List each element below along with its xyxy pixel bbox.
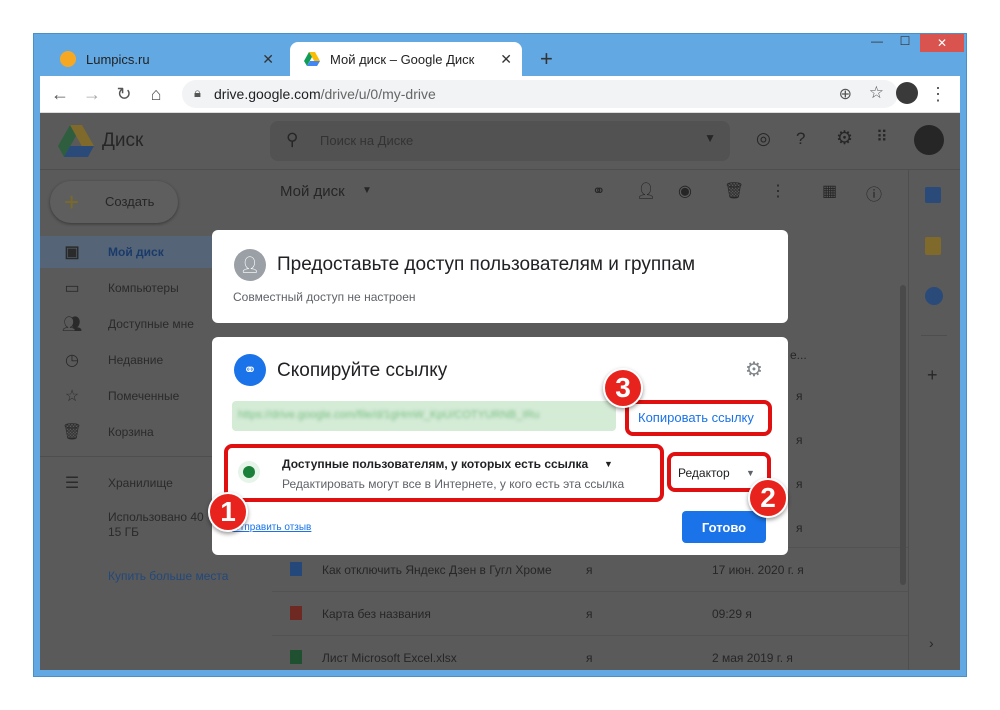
excel-icon: [290, 650, 302, 664]
people-icon: 👥︎: [61, 316, 83, 333]
account-avatar[interactable]: [914, 125, 944, 155]
annotation-badge-3: 3: [603, 368, 643, 408]
search-bar[interactable]: ⚲ Поиск на Диске ▼: [270, 121, 730, 161]
create-label: Создать: [105, 194, 155, 209]
clock-icon: ◷: [65, 352, 79, 369]
tab-bar: Lumpics.ru ✕ Мой диск – Google Диск ✕ +: [40, 42, 960, 76]
drive-favicon-icon: [304, 51, 320, 67]
storage-icon: ☰: [64, 475, 80, 492]
file-name: Как отключить Яндекс Дзен в Гугл Хроме: [322, 563, 552, 577]
scrollbar[interactable]: [900, 285, 906, 585]
delete-icon[interactable]: 🗑︎: [724, 181, 744, 201]
file-owner: я: [586, 563, 593, 577]
buy-storage-link[interactable]: Купить больше места: [108, 569, 228, 583]
partial-col-3: я: [796, 477, 803, 491]
partial-col-2: я: [796, 433, 803, 447]
tab-title: Мой диск – Google Диск: [330, 51, 475, 67]
map-icon: [290, 606, 302, 620]
add-icon[interactable]: ⊕: [839, 84, 852, 104]
file-modified: 09:29 я: [712, 607, 752, 621]
add-person-icon: 👤︎: [234, 249, 266, 281]
annotation-badge-2: 2: [748, 478, 788, 518]
star-icon: ☆: [64, 388, 80, 405]
partial-col-1: я: [796, 389, 803, 403]
trash-icon: 🗑︎: [61, 424, 83, 441]
side-panel: + ›: [908, 169, 960, 670]
rail-divider: [921, 335, 947, 336]
help-icon[interactable]: ?: [796, 129, 805, 149]
tab-lumpics[interactable]: Lumpics.ru ✕: [46, 42, 284, 76]
browser-menu-icon[interactable]: ⋮: [928, 84, 948, 105]
link-url-field[interactable]: https://drive.google.com/file/d/1gHmW_Kp…: [232, 401, 616, 431]
breadcrumb-dropdown-icon[interactable]: ▼: [362, 185, 372, 196]
plus-icon: +: [64, 187, 80, 217]
computer-icon: ▭: [64, 280, 80, 297]
file-row[interactable]: Карта без названия я 09:29 я: [272, 591, 908, 636]
apps-icon[interactable]: ⠿: [876, 127, 888, 147]
url-text: drive.google.com/drive/u/0/my-drive: [214, 86, 436, 102]
link-settings-icon[interactable]: ⚙: [745, 357, 763, 382]
file-row[interactable]: Лист Microsoft Excel.xlsx я 2 мая 2019 г…: [272, 635, 908, 670]
drive-header: Диск ⚲ Поиск на Диске ▼ ◎ ? ⚙ ⠿: [40, 113, 960, 170]
file-owner: я: [586, 607, 593, 621]
partial-col-4: я: [796, 521, 803, 535]
people-title: Предоставьте доступ пользователям и груп…: [277, 254, 696, 275]
file-modified: 2 мая 2019 г. я: [712, 651, 793, 665]
done-button[interactable]: Готово: [682, 511, 766, 543]
add-addon-icon[interactable]: +: [927, 365, 938, 386]
link-icon: ⚭: [234, 354, 266, 386]
storage-usage-line1: Использовано 40: [108, 510, 204, 524]
search-options-icon[interactable]: ▼: [704, 131, 716, 145]
bookmark-star-icon[interactable]: ☆: [869, 83, 884, 103]
profile-avatar[interactable]: [896, 82, 918, 104]
close-tab-icon[interactable]: ✕: [500, 51, 512, 68]
file-name: Лист Microsoft Excel.xlsx: [322, 651, 457, 665]
lock-icon: 🔒︎: [194, 85, 201, 100]
people-subtitle: Совместный доступ не настроен: [233, 290, 416, 304]
highlight-copy-box: [625, 400, 772, 436]
preview-icon[interactable]: ◉: [678, 181, 692, 201]
link-title: Скопируйте ссылку: [277, 360, 448, 381]
search-placeholder: Поиск на Диске: [320, 133, 414, 148]
back-icon[interactable]: ←: [50, 84, 70, 105]
lumpics-favicon-icon: [60, 51, 76, 67]
tasks-icon[interactable]: [925, 287, 943, 305]
search-icon: ⚲: [286, 130, 299, 149]
share-people-card: 👤︎ Предоставьте доступ пользователям и г…: [212, 230, 788, 323]
drive-icon: ▣: [64, 244, 80, 261]
browser-toolbar: ← → ↻ ⌂ 🔒︎ drive.google.com/drive/u/0/my…: [40, 76, 960, 113]
file-owner: я: [586, 651, 593, 665]
annotation-badge-1: 1: [208, 492, 248, 532]
calendar-icon[interactable]: [925, 187, 941, 203]
address-bar[interactable]: 🔒︎ drive.google.com/drive/u/0/my-drive ⊕…: [182, 80, 898, 108]
share-icon[interactable]: 👤︎: [636, 181, 656, 201]
doc-icon: [290, 562, 302, 576]
drive-logo-icon: [58, 125, 94, 162]
reload-icon[interactable]: ↻: [114, 84, 134, 105]
tab-title: Lumpics.ru: [86, 51, 150, 67]
storage-usage-line2: 15 ГБ: [108, 525, 140, 539]
tab-drive[interactable]: Мой диск – Google Диск ✕: [290, 42, 522, 76]
grid-view-icon[interactable]: ▦: [822, 181, 837, 201]
close-tab-icon[interactable]: ✕: [262, 51, 274, 68]
breadcrumb[interactable]: Мой диск: [280, 183, 345, 200]
file-name: Карта без названия: [322, 607, 431, 621]
keep-icon[interactable]: [925, 237, 941, 255]
info-icon[interactable]: ⓘ: [866, 181, 882, 205]
file-modified: 17 июн. 2020 г. я: [712, 563, 804, 577]
app-name: Диск: [102, 130, 144, 151]
get-link-icon[interactable]: ⚭: [592, 181, 605, 201]
settings-icon[interactable]: ⚙: [836, 127, 853, 150]
done-label: Готово: [701, 519, 747, 535]
expand-panel-icon[interactable]: ›: [929, 635, 934, 651]
home-icon[interactable]: ⌂: [146, 84, 166, 105]
create-button[interactable]: + Создать: [50, 181, 178, 223]
forward-icon[interactable]: →: [82, 84, 102, 105]
link-url-text: https://drive.google.com/file/d/1gHmW_Kp…: [238, 409, 540, 421]
highlight-access-box: [224, 444, 664, 502]
new-tab-button[interactable]: +: [540, 46, 553, 72]
partial-col-0: е...: [790, 348, 807, 362]
offline-icon[interactable]: ◎: [756, 129, 771, 149]
more-icon[interactable]: ⋮: [770, 181, 786, 201]
